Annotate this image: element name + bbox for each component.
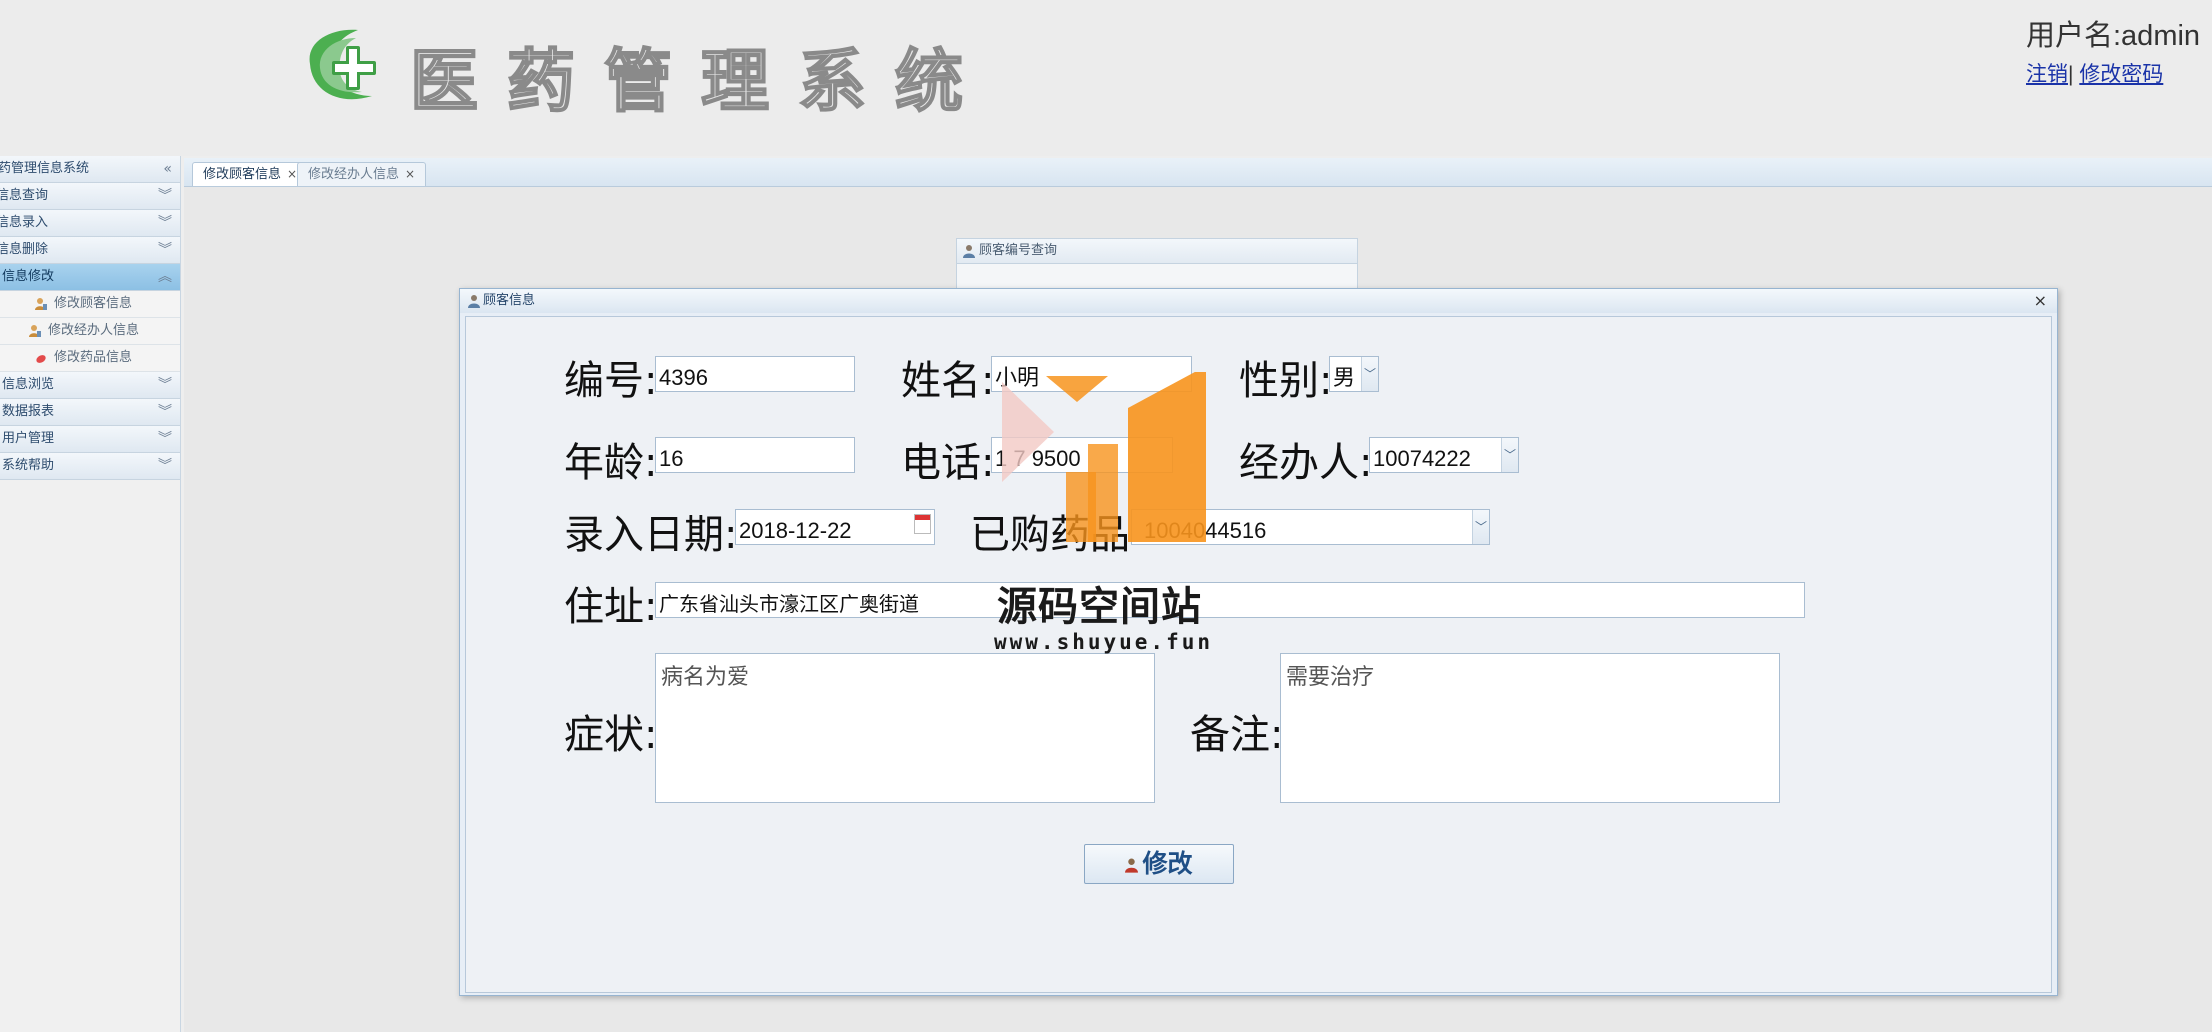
sidebar-section-users[interactable]: 用户管理 ︾ bbox=[0, 426, 180, 453]
dialog-header: 顾客信息 × bbox=[460, 289, 2057, 313]
sidebar-item-modify-customer[interactable]: 修改顾客信息 bbox=[0, 291, 180, 318]
entry-date-label: 录入日期: bbox=[564, 512, 738, 558]
sidebar-title-label: 药管理信息系统 bbox=[0, 161, 90, 176]
collapse-chevron-icon[interactable]: ︽ bbox=[158, 264, 172, 290]
close-tab-icon[interactable]: × bbox=[287, 167, 297, 181]
sidebar-section-label: 信息修改 bbox=[2, 269, 55, 284]
medicine-label: 已购药品 bbox=[970, 512, 1130, 558]
remark-label: 备注: bbox=[1190, 712, 1284, 758]
chevron-down-icon[interactable]: ﹀ bbox=[1361, 357, 1378, 391]
app-title: 医药管理系统 bbox=[409, 42, 993, 123]
sidebar-item-modify-medicine[interactable]: 修改药品信息 bbox=[0, 345, 180, 372]
tab-modify-customer[interactable]: 修改顾客信息 × bbox=[192, 162, 309, 186]
sidebar-section-browse[interactable]: 信息浏览 ︾ bbox=[0, 372, 180, 399]
calendar-icon[interactable] bbox=[914, 514, 931, 534]
sidebar-section-delete[interactable]: 信息删除 ︾ bbox=[0, 237, 180, 264]
watermark-title: 源码空间站 bbox=[997, 584, 1202, 630]
age-field[interactable]: 16 bbox=[655, 437, 855, 473]
agent-select[interactable]: 10074222 ﹀ bbox=[1369, 437, 1519, 473]
remark-textarea[interactable]: 需要治疗 bbox=[1280, 653, 1780, 803]
modify-button[interactable]: 修改 bbox=[1084, 844, 1234, 884]
expand-chevron-icon[interactable]: ︾ bbox=[158, 183, 172, 209]
sidebar-section-entry[interactable]: 信息录入 ︾ bbox=[0, 210, 180, 237]
expand-chevron-icon[interactable]: ︾ bbox=[158, 372, 172, 398]
dialog-title: 顾客信息 bbox=[483, 293, 536, 308]
sidebar-item-label: 修改经办人信息 bbox=[48, 323, 140, 338]
user-icon bbox=[1125, 858, 1139, 873]
expand-chevron-icon[interactable]: ︾ bbox=[158, 399, 172, 425]
sidebar-section-label: 信息录入 bbox=[0, 215, 49, 230]
panel-title: 顾客编号查询 bbox=[979, 243, 1058, 258]
expand-chevron-icon[interactable]: ︾ bbox=[158, 237, 172, 263]
tab-label: 修改经办人信息 bbox=[308, 167, 400, 182]
gender-label: 性别: bbox=[1239, 358, 1333, 404]
sidebar-title[interactable]: 药管理信息系统 « bbox=[0, 156, 180, 183]
tab-modify-agent[interactable]: 修改经办人信息 × bbox=[297, 162, 427, 186]
agent-value: 10074222 bbox=[1373, 446, 1471, 471]
tab-label: 修改顾客信息 bbox=[203, 167, 282, 182]
change-password-link[interactable]: 修改密码 bbox=[2079, 63, 2163, 86]
pill-icon bbox=[36, 355, 46, 363]
username-label: 用户名:admin bbox=[2026, 20, 2201, 52]
entry-date-field[interactable]: 2018-12-22 bbox=[735, 509, 935, 545]
phone-label: 电话: bbox=[901, 440, 995, 486]
address-field[interactable]: 广东省汕头市濠江区广奥街道 bbox=[655, 582, 1805, 618]
symptom-textarea[interactable]: 病名为爱 bbox=[655, 653, 1155, 803]
user-links: 注销| 修改密码 bbox=[2026, 58, 2163, 88]
watermark-url: www.shuyue.fun bbox=[994, 630, 1214, 654]
user-icon bbox=[963, 245, 975, 258]
link-separator: | bbox=[2068, 63, 2074, 86]
name-field[interactable]: 小明 bbox=[991, 356, 1192, 392]
gender-select[interactable]: 男 ﹀ bbox=[1329, 356, 1379, 392]
close-icon[interactable]: × bbox=[2034, 289, 2047, 313]
sidebar-section-label: 数据报表 bbox=[2, 404, 55, 419]
age-label: 年龄: bbox=[564, 440, 658, 486]
chevron-down-icon[interactable]: ﹀ bbox=[1501, 438, 1518, 472]
sidebar-item-label: 修改药品信息 bbox=[54, 350, 133, 365]
expand-chevron-icon[interactable]: ︾ bbox=[158, 210, 172, 236]
address-label: 住址: bbox=[564, 584, 658, 630]
sidebar-section-label: 信息浏览 bbox=[2, 377, 55, 392]
id-label: 编号: bbox=[564, 358, 658, 404]
app-header: 医药管理系统 用户名:admin 注销| 修改密码 bbox=[0, 0, 2212, 156]
chevron-down-icon[interactable]: ﹀ bbox=[1472, 510, 1489, 544]
user-edit-icon bbox=[35, 298, 47, 310]
sidebar-section-reports[interactable]: 数据报表 ︾ bbox=[0, 399, 180, 426]
agent-label: 经办人: bbox=[1239, 440, 1373, 486]
sidebar-section-label: 信息删除 bbox=[0, 242, 49, 257]
expand-chevron-icon[interactable]: ︾ bbox=[158, 453, 172, 479]
gender-value: 男 bbox=[1333, 365, 1356, 390]
symptom-label: 症状: bbox=[564, 712, 658, 758]
close-tab-icon[interactable]: × bbox=[405, 167, 415, 181]
sidebar: 药管理信息系统 « 信息查询 ︾ 信息录入 ︾ 信息删除 ︾ 信息修改 ︽ 修改… bbox=[0, 156, 181, 1032]
collapse-sidebar-icon[interactable]: « bbox=[163, 156, 172, 182]
user-icon bbox=[468, 295, 480, 308]
sidebar-section-query[interactable]: 信息查询 ︾ bbox=[0, 183, 180, 210]
sidebar-item-modify-agent[interactable]: 修改经办人信息 bbox=[0, 318, 180, 345]
expand-chevron-icon[interactable]: ︾ bbox=[158, 426, 172, 452]
medicine-select[interactable]: 1004044516 ﹀ bbox=[1131, 509, 1490, 545]
logout-link[interactable]: 注销 bbox=[2026, 63, 2068, 86]
sidebar-item-label: 修改顾客信息 bbox=[54, 296, 133, 311]
green-cross-logo-icon bbox=[309, 29, 376, 100]
phone-field[interactable]: 1 7 9500 bbox=[991, 437, 1173, 473]
customer-id-query-panel: 顾客编号查询 bbox=[956, 238, 1358, 290]
sidebar-section-help[interactable]: 系统帮助 ︾ bbox=[0, 453, 180, 480]
medicine-value: 1004044516 bbox=[1144, 518, 1267, 543]
panel-header: 顾客编号查询 bbox=[957, 239, 1357, 264]
id-field[interactable]: 4396 bbox=[655, 356, 855, 392]
sidebar-section-modify[interactable]: 信息修改 ︽ bbox=[0, 264, 180, 291]
entry-date-value: 2018-12-22 bbox=[739, 518, 852, 543]
sidebar-section-label: 信息查询 bbox=[0, 188, 49, 203]
sidebar-section-label: 用户管理 bbox=[2, 431, 55, 446]
tab-bar: 修改顾客信息 × 修改经办人信息 × bbox=[184, 158, 2212, 187]
name-label: 姓名: bbox=[901, 358, 995, 404]
user-edit-icon bbox=[29, 325, 41, 337]
modify-button-label: 修改 bbox=[1142, 849, 1193, 878]
sidebar-section-label: 系统帮助 bbox=[2, 458, 55, 473]
